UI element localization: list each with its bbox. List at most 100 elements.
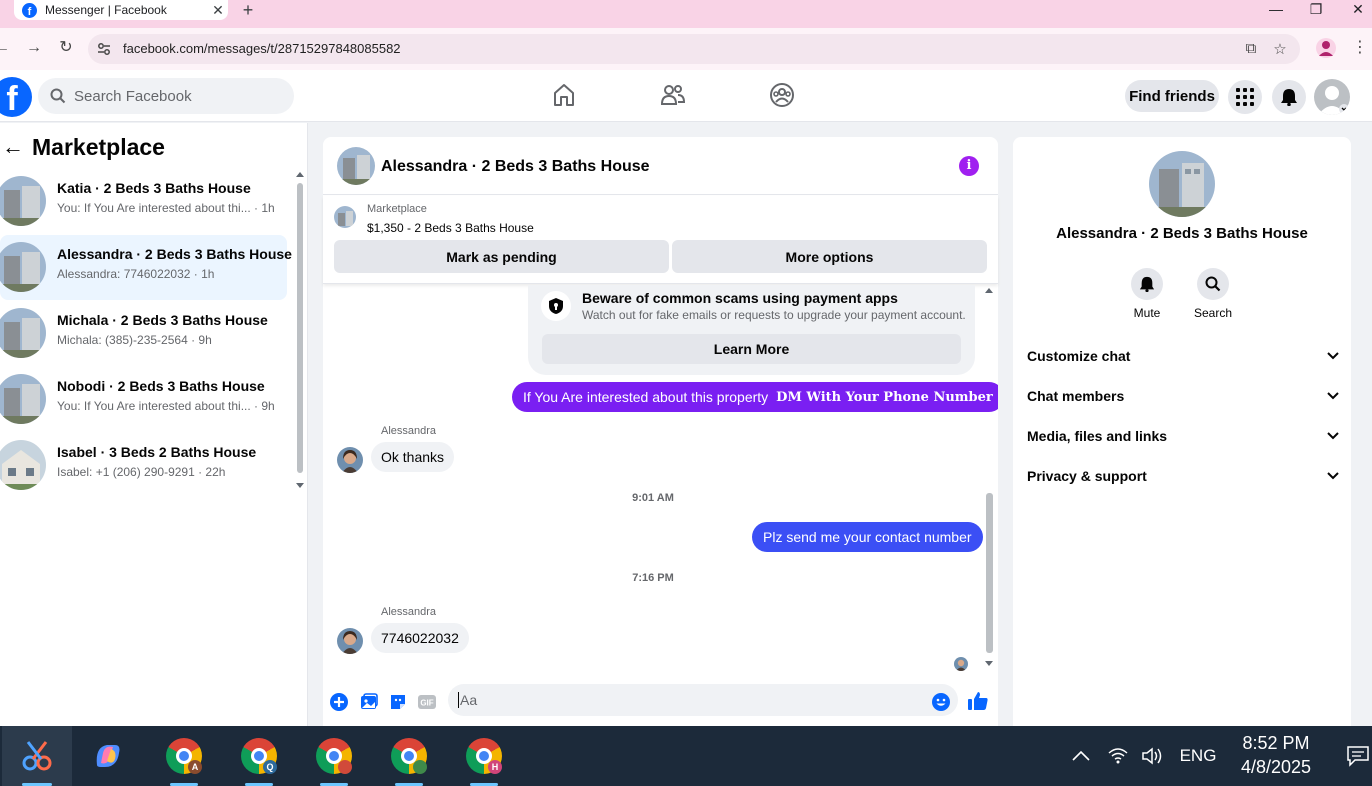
chat-title[interactable]: Alessandra · 2 Beds 3 Baths House: [381, 158, 650, 176]
bookmark-star-icon[interactable]: ☆: [1271, 40, 1289, 58]
chrome-profile-a-icon[interactable]: A: [154, 726, 214, 786]
conversation-item[interactable]: Michala · 2 Beds 3 Baths House Michala: …: [0, 301, 287, 366]
conversation-item[interactable]: Katia · 2 Beds 3 Baths House You: If You…: [0, 169, 287, 234]
back-arrow-icon[interactable]: ←: [0, 134, 28, 160]
clock-date: 4/8/2025: [1240, 757, 1312, 777]
conversation-preview: Isabel: +1 (206) 290-9291 · 22h: [57, 465, 226, 479]
customize-chat-section[interactable]: Customize chat: [1027, 341, 1339, 371]
account-avatar[interactable]: [1314, 79, 1350, 115]
close-window-button[interactable]: ✕: [1338, 0, 1372, 20]
scroll-up-icon[interactable]: [296, 171, 304, 179]
groups-icon[interactable]: [769, 82, 795, 108]
find-friends-button[interactable]: Find friends: [1125, 80, 1219, 112]
back-icon[interactable]: ←: [0, 38, 12, 58]
browser-tab-messenger[interactable]: f Messenger | Facebook ✕: [14, 0, 228, 20]
search-in-chat-button[interactable]: Search: [1183, 268, 1243, 320]
sender-avatar[interactable]: [337, 628, 363, 654]
bell-icon: [1131, 268, 1163, 300]
listing-thumbnail: [0, 308, 46, 358]
listing-price-title[interactable]: $1,350 - 2 Beds 3 Baths House: [367, 221, 534, 235]
show-hidden-icons-icon[interactable]: [1068, 726, 1094, 786]
scroll-up-icon[interactable]: [984, 287, 994, 295]
friends-icon[interactable]: [660, 82, 686, 108]
message-input-placeholder: Aa: [460, 692, 478, 708]
reload-icon[interactable]: ↻: [56, 38, 76, 58]
tab-title: Messenger | Facebook: [45, 3, 167, 17]
chrome-profile-3-icon[interactable]: [304, 726, 364, 786]
facebook-search-input[interactable]: Search Facebook: [38, 78, 294, 114]
photo-icon[interactable]: [359, 692, 379, 712]
sender-avatar[interactable]: [337, 447, 363, 473]
section-label: Customize chat: [1027, 348, 1131, 364]
profile-icon[interactable]: [1316, 38, 1336, 58]
section-label: Chat members: [1027, 388, 1125, 404]
forward-icon[interactable]: →: [24, 38, 44, 58]
menu-grid-icon[interactable]: [1228, 80, 1262, 114]
thumbs-up-icon[interactable]: [967, 690, 989, 712]
info-icon[interactable]: i: [959, 156, 979, 176]
profile-badge: Q: [263, 760, 277, 774]
install-app-icon[interactable]: ⧉: [1242, 40, 1260, 58]
chat-avatar[interactable]: [337, 147, 375, 185]
message-input[interactable]: Aa: [448, 684, 958, 716]
outgoing-message[interactable]: Plz send me your contact number: [752, 522, 983, 552]
chrome-profile-4-icon[interactable]: [379, 726, 439, 786]
mark-as-pending-button[interactable]: Mark as pending: [334, 240, 669, 273]
more-options-button[interactable]: More options: [672, 240, 987, 273]
tab-close-icon[interactable]: ✕: [208, 2, 228, 19]
notification-center-icon[interactable]: [1344, 726, 1372, 786]
notifications-bell-icon[interactable]: [1272, 80, 1306, 114]
conversation-item-active[interactable]: Alessandra · 2 Beds 3 Baths House Alessa…: [0, 235, 292, 300]
media-files-links-section[interactable]: Media, files and links: [1027, 421, 1339, 451]
learn-more-button[interactable]: Learn More: [542, 334, 961, 364]
sidebar-scrollbar[interactable]: [296, 169, 304, 489]
chat-members-section[interactable]: Chat members: [1027, 381, 1339, 411]
conversation-sidebar: ← Marketplace Katia · 2 Beds 3 Baths Hou…: [0, 123, 308, 726]
browser-menu-icon[interactable]: ⋮: [1352, 38, 1368, 58]
chat-header: Alessandra · 2 Beds 3 Baths House i: [323, 137, 998, 195]
facebook-logo-icon[interactable]: f: [0, 77, 32, 117]
mute-button[interactable]: Mute: [1117, 268, 1177, 320]
outgoing-message[interactable]: If You Are interested about this propert…: [512, 382, 998, 412]
search-label: Search: [1193, 306, 1233, 320]
wifi-icon[interactable]: [1105, 726, 1131, 786]
clock-time: 8:52 PM: [1242, 733, 1310, 753]
plus-circle-icon[interactable]: [329, 692, 349, 712]
language-indicator[interactable]: ENG: [1176, 726, 1220, 786]
scrollbar-thumb[interactable]: [297, 183, 303, 473]
incoming-message[interactable]: 7746022032: [371, 623, 469, 653]
maximize-button[interactable]: ❐: [1296, 0, 1336, 20]
conversation-item[interactable]: Isabel · 3 Beds 2 Baths House Isabel: +1…: [0, 433, 287, 498]
site-settings-icon[interactable]: [96, 41, 112, 57]
new-tab-button[interactable]: +: [238, 0, 258, 20]
contact-name: Alessandra · 2 Beds 3 Baths House: [1056, 225, 1308, 242]
scroll-down-icon[interactable]: [296, 481, 304, 489]
message-text: If You Are interested about this propert…: [523, 389, 769, 405]
snipping-tool-icon[interactable]: [2, 726, 72, 786]
volume-icon[interactable]: [1139, 726, 1165, 786]
minimize-button[interactable]: —: [1256, 0, 1296, 20]
home-icon[interactable]: [551, 82, 577, 108]
system-clock[interactable]: 8:52 PM 4/8/2025: [1226, 731, 1326, 779]
conversation-item[interactable]: Nobodi · 2 Beds 3 Baths House You: If Yo…: [0, 367, 287, 432]
privacy-support-section[interactable]: Privacy & support: [1027, 461, 1339, 491]
gif-icon[interactable]: GIF: [417, 692, 437, 712]
message-composer: GIF Aa: [323, 682, 998, 726]
search-icon: [1197, 268, 1229, 300]
message-timestamp: 7:16 PM: [632, 572, 674, 584]
windows-taskbar: A Q H ENG 8:52 PM 4/8/2025: [0, 726, 1372, 786]
emoji-icon[interactable]: [931, 692, 951, 712]
address-bar[interactable]: facebook.com/messages/t/2871529784808558…: [88, 34, 1300, 64]
scam-warning-description: Watch out for fake emails or requests to…: [582, 308, 966, 322]
scam-warning-title: Beware of common scams using payment app…: [582, 290, 898, 306]
chrome-profile-q-icon[interactable]: Q: [229, 726, 289, 786]
scroll-down-icon[interactable]: [984, 659, 994, 667]
chrome-profile-h-icon[interactable]: H: [454, 726, 514, 786]
search-placeholder: Search Facebook: [74, 87, 192, 105]
chat-scrollbar[interactable]: [984, 285, 994, 671]
incoming-message[interactable]: Ok thanks: [371, 442, 455, 472]
profile-badge: A: [188, 760, 202, 774]
copilot-icon[interactable]: [78, 726, 138, 786]
sticker-icon[interactable]: [388, 692, 408, 712]
scrollbar-thumb[interactable]: [986, 493, 993, 653]
